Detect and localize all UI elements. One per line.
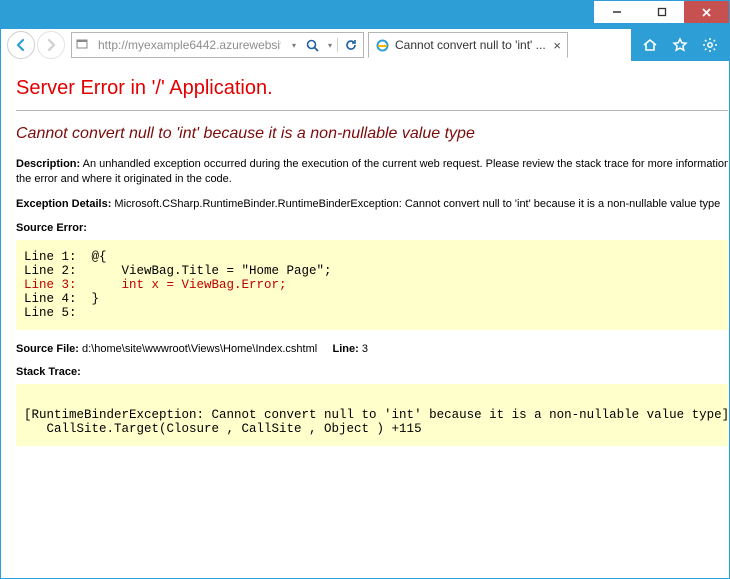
window-minimize-button[interactable] <box>594 1 639 23</box>
error-heading: Server Error in '/' Application. <box>16 77 728 100</box>
tools-gear-icon[interactable] <box>699 34 721 56</box>
exception-paragraph: Exception Details: Microsoft.CSharp.Runt… <box>16 197 728 212</box>
url-input[interactable] <box>92 38 287 52</box>
divider <box>16 110 728 111</box>
description-text: An unhandled exception occurred during t… <box>16 158 728 185</box>
source-file-line: Source File: d:\home\site\wwwroot\Views\… <box>16 342 728 357</box>
tab-close-button[interactable]: × <box>553 38 561 53</box>
description-label: Description: <box>16 158 80 170</box>
exception-label: Exception Details: <box>16 198 111 210</box>
back-button[interactable] <box>7 31 35 59</box>
browser-tab[interactable]: Cannot convert null to 'int' ... × <box>368 32 568 58</box>
site-security-icon <box>72 39 92 51</box>
tab-title: Cannot convert null to 'int' ... <box>395 38 547 52</box>
line-value: 3 <box>362 343 368 355</box>
code-line-5: Line 5: <box>24 306 77 320</box>
search-dropdown-icon[interactable]: ▾ <box>323 41 337 50</box>
address-bar[interactable]: ▾ ▾ <box>71 32 364 58</box>
window-title-bar <box>1 1 729 29</box>
stack-trace-codebox: [RuntimeBinderException: Cannot convert … <box>16 384 728 446</box>
source-error-label: Source Error: <box>16 222 728 234</box>
favorites-star-icon[interactable] <box>669 34 691 56</box>
code-line-1: Line 1: @{ <box>24 250 107 264</box>
line-label: Line: <box>332 343 358 355</box>
stack-line-1: [RuntimeBinderException: Cannot convert … <box>24 408 728 422</box>
search-icon[interactable] <box>301 39 323 52</box>
source-file-value: d:\home\site\wwwroot\Views\Home\Index.cs… <box>82 343 317 355</box>
code-line-3-error: Line 3: int x = ViewBag.Error; <box>24 278 287 292</box>
error-page: Server Error in '/' Application. Cannot … <box>2 61 728 478</box>
window-maximize-button[interactable] <box>639 1 684 23</box>
window-close-button[interactable] <box>684 1 729 23</box>
code-line-2: Line 2: ViewBag.Title = "Home Page"; <box>24 264 332 278</box>
home-icon[interactable] <box>639 34 661 56</box>
error-subheading: Cannot convert null to 'int' because it … <box>16 125 728 143</box>
description-paragraph: Description: An unhandled exception occu… <box>16 157 728 187</box>
page-viewport[interactable]: Server Error in '/' Application. Cannot … <box>2 61 728 577</box>
exception-text: Microsoft.CSharp.RuntimeBinder.RuntimeBi… <box>114 198 720 210</box>
source-error-codebox: Line 1: @{ Line 2: ViewBag.Title = "Home… <box>16 240 728 330</box>
code-line-4: Line 4: } <box>24 292 99 306</box>
address-dropdown-icon[interactable]: ▾ <box>287 41 301 50</box>
forward-button[interactable] <box>37 31 65 59</box>
stack-line-2: CallSite.Target(Closure , CallSite , Obj… <box>24 422 422 436</box>
stack-trace-label: Stack Trace: <box>16 366 728 378</box>
source-file-label: Source File: <box>16 343 79 355</box>
refresh-button[interactable] <box>337 38 363 52</box>
tab-favicon-ie-icon <box>375 38 389 52</box>
